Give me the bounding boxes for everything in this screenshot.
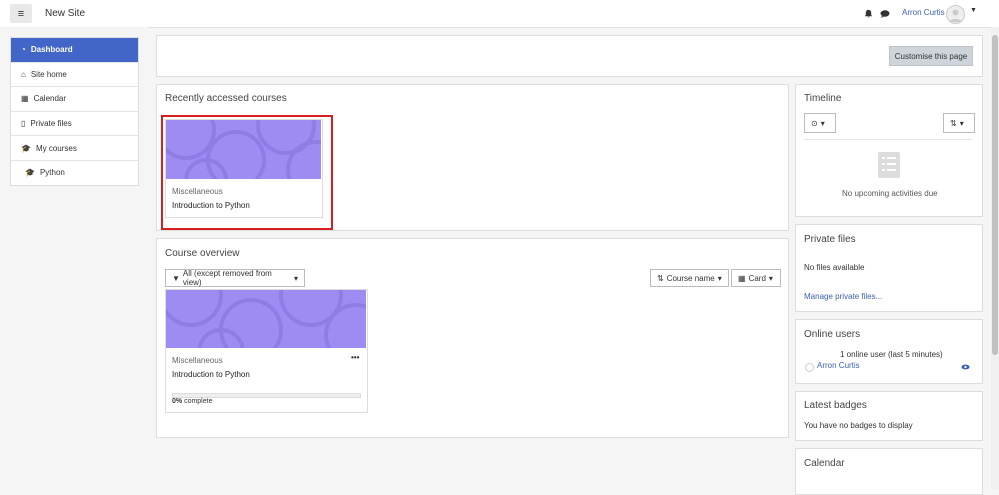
latest-badges-block — [795, 391, 983, 441]
timeline-sort-dropdown[interactable]: ⇅ ▾ — [943, 113, 975, 133]
top-navbar: ≡ New Site Arron Curtis ▼ — [0, 0, 999, 28]
chevron-down-icon: ▾ — [959, 118, 964, 128]
chevron-down-icon: ▾ — [820, 118, 825, 128]
user-name[interactable]: Arron Curtis — [902, 8, 945, 17]
filter-dropdown[interactable]: ▼ All (except removed from view) ▾ — [165, 269, 305, 287]
sort-icon: ⇅ — [950, 118, 957, 128]
nav-item-label: Dashboard — [30, 45, 73, 55]
course-image[interactable] — [166, 290, 366, 348]
nav-drawer: ◔ Dashboard ⌂ Site home ▦ Calendar ▯ Pri… — [10, 37, 139, 186]
calendar-title: Calendar — [804, 458, 845, 469]
nav-item-label: Private files — [30, 119, 72, 129]
badges-empty: You have no badges to display — [804, 421, 913, 430]
private-files-title: Private files — [804, 234, 856, 245]
customise-page-button[interactable]: Customise this page — [889, 46, 973, 66]
user-menu-chevron-down-icon[interactable]: ▼ — [970, 7, 977, 14]
recent-courses-title: Recently accessed courses — [165, 93, 287, 104]
timeline-filter-dropdown[interactable]: ⊙ ▾ — [804, 113, 836, 133]
page-header-card — [156, 35, 983, 77]
course-category: Miscellaneous — [172, 356, 223, 365]
timeline-title: Timeline — [804, 93, 842, 104]
site-name[interactable]: New Site — [45, 8, 85, 19]
nav-item-python[interactable]: 🎓 Python — [11, 161, 138, 185]
nav-item-label: Python — [39, 168, 65, 178]
scrollbar[interactable] — [991, 27, 999, 489]
progress-text: 0% complete — [172, 398, 212, 405]
nav-item-my-courses[interactable]: 🎓 My courses — [11, 136, 138, 161]
nav-item-calendar[interactable]: ▦ Calendar — [11, 87, 138, 112]
filter-label: All (except removed from view) — [182, 269, 272, 287]
bell-icon[interactable] — [864, 9, 873, 20]
calendar-icon: ▦ — [21, 94, 29, 104]
progress-percent: 0% — [172, 398, 183, 405]
chevron-down-icon: ▾ — [717, 273, 722, 283]
nav-item-site-home[interactable]: ⌂ Site home — [11, 63, 138, 88]
highlight-box — [161, 115, 333, 230]
chevron-down-icon: ▾ — [293, 273, 298, 283]
view-dropdown[interactable]: ▦ Card ▾ — [731, 269, 781, 287]
latest-badges-title: Latest badges — [804, 400, 867, 411]
timeline-empty-text: No upcoming activities due — [842, 189, 938, 198]
divider — [804, 139, 972, 140]
course-name-link[interactable]: Introduction to Python — [172, 370, 250, 379]
nav-item-private-files[interactable]: ▯ Private files — [11, 112, 138, 137]
sort-dropdown[interactable]: ⇅ Course name ▾ — [650, 269, 729, 287]
chevron-down-icon: ▾ — [768, 273, 773, 283]
filter-icon: ▼ — [172, 273, 180, 283]
calendar-block — [795, 448, 983, 495]
avatar[interactable] — [946, 5, 965, 24]
course-menu-icon[interactable]: ••• — [351, 353, 359, 362]
grid-icon: ▦ — [738, 273, 746, 283]
empty-list-icon — [876, 152, 902, 180]
chat-icon[interactable] — [880, 10, 890, 20]
nav-item-label: Calendar — [33, 94, 67, 104]
graduation-cap-icon: 🎓 — [25, 168, 35, 178]
private-files-empty: No files available — [804, 263, 865, 272]
clock-icon: ⊙ — [811, 118, 818, 128]
file-icon: ▯ — [21, 119, 26, 129]
graduation-cap-icon: 🎓 — [21, 143, 31, 153]
manage-private-files-link[interactable]: Manage private files... — [804, 292, 882, 301]
view-label: Card — [748, 273, 766, 283]
user-avatar-icon — [805, 363, 814, 372]
course-overview-title: Course overview — [165, 248, 240, 259]
sort-icon: ⇅ — [657, 273, 664, 283]
home-icon: ⌂ — [21, 69, 26, 79]
progress-suffix: complete — [182, 398, 213, 405]
nav-item-label: Site home — [30, 69, 67, 79]
eye-icon[interactable] — [961, 363, 970, 372]
sort-label: Course name — [666, 273, 715, 283]
scrollbar-thumb[interactable] — [992, 35, 998, 355]
nav-item-dashboard[interactable]: ◔ Dashboard — [11, 38, 138, 63]
online-users-title: Online users — [804, 329, 861, 340]
online-users-summary: 1 online user (last 5 minutes) — [840, 350, 943, 359]
dashboard-icon: ◔ — [21, 45, 26, 55]
online-user-link[interactable]: Arron Curtis — [817, 361, 860, 370]
nav-item-label: My courses — [35, 143, 77, 153]
hamburger-icon[interactable]: ≡ — [10, 4, 32, 23]
